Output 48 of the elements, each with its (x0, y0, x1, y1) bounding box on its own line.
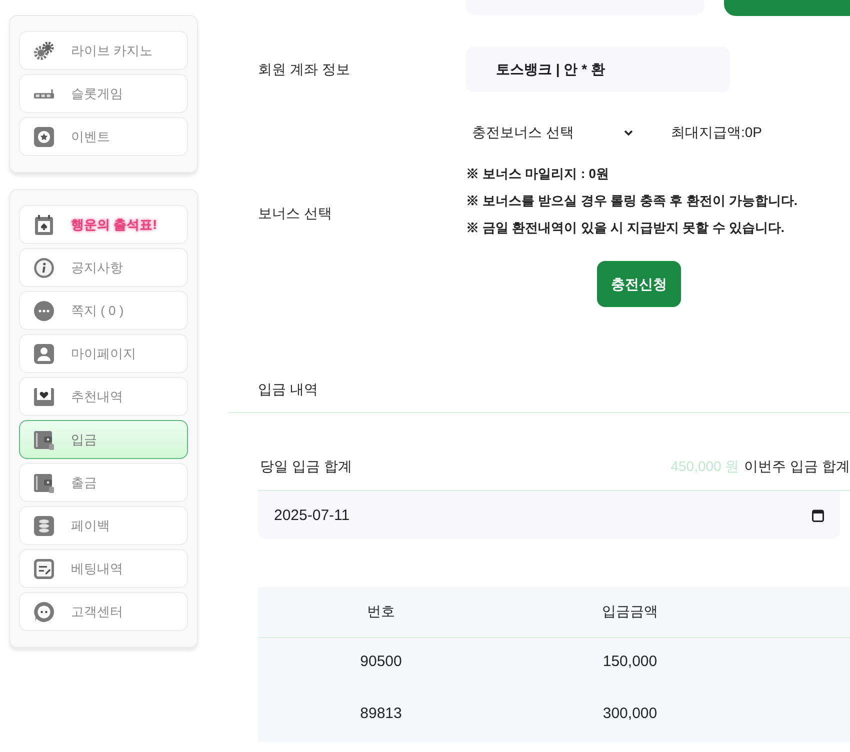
sidebar-item[interactable]: 행운의 출석표! (19, 205, 188, 244)
info-icon (34, 258, 54, 278)
total-label: 이번주 입금 합계 (744, 457, 850, 476)
sidebar-item[interactable]: 슬롯게임 (19, 74, 188, 113)
total-amount: 450,000 원 (670, 457, 740, 476)
sidebar-item[interactable]: 페이백 (19, 506, 188, 545)
field-label: 보너스 선택 (257, 204, 333, 223)
gears-icon (34, 40, 54, 60)
sidebar-item[interactable]: 추천내역 (19, 377, 188, 416)
account-field[interactable]: 토스뱅크 | 안 * 환 (466, 47, 730, 92)
sidebar-item[interactable]: 입금 (19, 420, 188, 459)
action-button[interactable] (724, 0, 850, 16)
notice-text: ※ 보너스 마일리지 : 0원 (466, 165, 610, 183)
heart-box-icon (34, 386, 54, 406)
table-cell: 90500 (258, 637, 504, 687)
calendar-icon (34, 214, 54, 234)
note-icon (34, 558, 54, 578)
total-label: 당일 입금 합계 (259, 457, 352, 476)
sidebar-item[interactable]: 베팅내역 (19, 549, 188, 588)
sidebar-item[interactable]: 라이브 카지노 (19, 31, 188, 70)
sidebar-item[interactable]: 마이페이지 (19, 334, 188, 373)
chat-bubble-icon (34, 602, 54, 622)
wallet-icon (34, 472, 54, 492)
star-badge-icon (34, 126, 54, 146)
column-header: 입금금액 (504, 587, 756, 637)
notice-text: ※ 금일 환전내역이 있을 시 지급받지 못할 수 있습니다. (466, 219, 785, 237)
slot-machine-icon (34, 88, 54, 98)
table-cell: 89813 (258, 687, 504, 742)
table-cell: 150,000 (504, 637, 756, 687)
chevron-down-icon (624, 130, 633, 136)
max-payout-text: 최대지급액:0P (671, 123, 762, 142)
chat-bubble-icon (34, 300, 54, 320)
sidebar-item[interactable]: 쪽지 ( 0 ) (19, 291, 188, 330)
apply-button[interactable]: 충전신청 (597, 261, 681, 307)
date-field[interactable]: 2025-07-11 (258, 491, 840, 539)
sidebar-item[interactable]: 고객센터 (19, 592, 188, 631)
sidebar-item[interactable]: 출금 (19, 463, 188, 502)
column-header: 번호 (258, 587, 504, 637)
table-cell: 300,000 (504, 687, 756, 742)
notice-text: ※ 보너스를 받으실 경우 롤링 충족 후 환전이 가능합니다. (466, 192, 798, 210)
sidebar-item[interactable]: 공지사항 (19, 248, 188, 287)
person-icon (34, 344, 54, 364)
wallet-icon (34, 430, 54, 450)
field-label: 회원 계좌 정보 (257, 60, 351, 79)
calendar-icon (812, 509, 824, 522)
section-title: 입금 내역 (258, 380, 318, 399)
sidebar-item[interactable]: 이벤트 (19, 117, 188, 156)
coins-icon (34, 516, 54, 536)
